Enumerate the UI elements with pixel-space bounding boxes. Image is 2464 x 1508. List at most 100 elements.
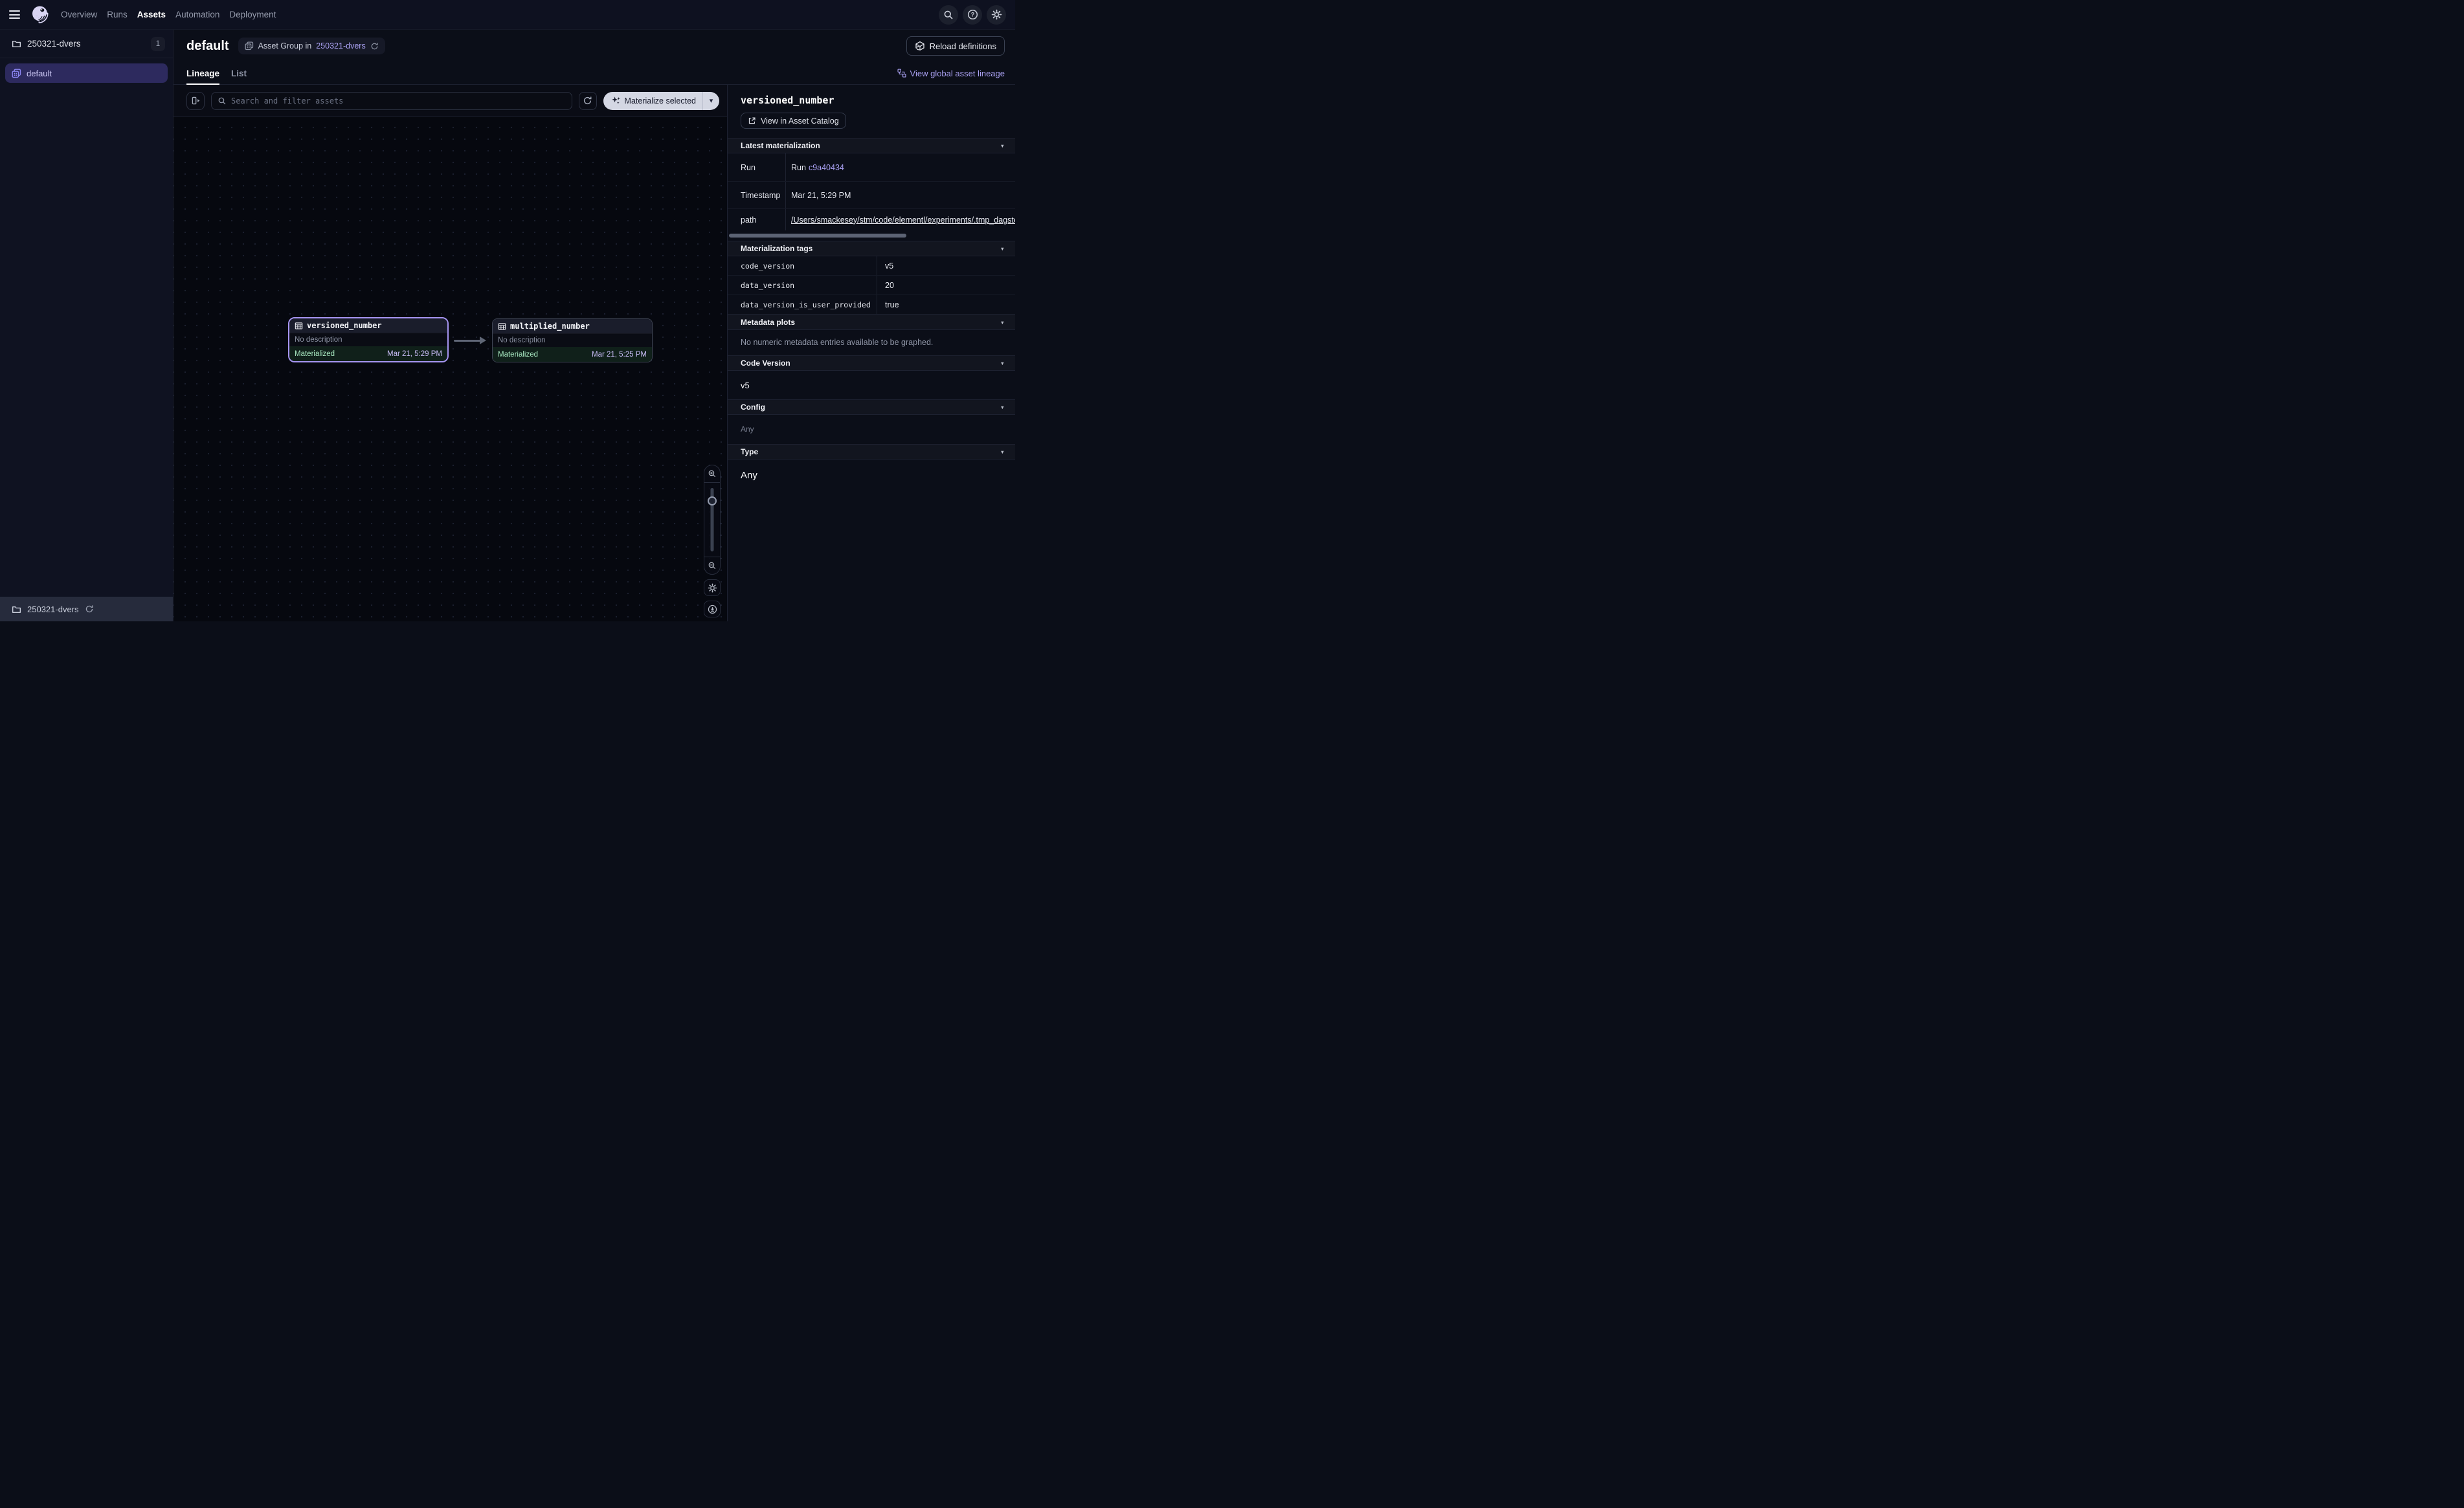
tag-row-data-version-is-user-provided: data_version_is_user_provided true bbox=[728, 295, 1015, 315]
badge-group-link[interactable]: 250321-dvers bbox=[316, 41, 365, 50]
chevron-down-icon: ▼ bbox=[1000, 360, 1005, 366]
sidebar-item-label: default bbox=[27, 69, 52, 78]
nav-runs[interactable]: Runs bbox=[107, 10, 128, 19]
refresh-graph-button[interactable] bbox=[579, 92, 597, 110]
expand-sidebar-panel-button[interactable] bbox=[186, 92, 205, 110]
asset-node-multiplied-number[interactable]: multiplied_number No description Materia… bbox=[492, 318, 653, 362]
row-timestamp: Timestamp Mar 21, 5:29 PM bbox=[728, 182, 1015, 209]
sidebar-item-default[interactable]: default bbox=[5, 63, 168, 83]
tag-key: code_version bbox=[728, 256, 877, 275]
section-config[interactable]: Config ▼ bbox=[728, 399, 1015, 415]
tab-list[interactable]: List bbox=[231, 62, 247, 84]
search-button[interactable] bbox=[939, 5, 958, 25]
chevron-down-icon: ▼ bbox=[1000, 405, 1005, 410]
dagster-logo[interactable] bbox=[30, 5, 50, 25]
zoom-out-button[interactable] bbox=[704, 557, 720, 574]
chevron-down-icon: ▼ bbox=[1000, 320, 1005, 326]
hamburger-menu-icon[interactable] bbox=[9, 8, 22, 21]
section-materialization-tags[interactable]: Materialization tags ▼ bbox=[728, 241, 1015, 256]
lineage-graph-canvas[interactable]: versioned_number No description Material… bbox=[174, 117, 727, 621]
search-input[interactable] bbox=[231, 96, 566, 105]
asset-node-name: multiplied_number bbox=[510, 322, 590, 331]
lineage-edge bbox=[454, 340, 481, 342]
asset-node-name: versioned_number bbox=[307, 321, 382, 330]
asset-node-versioned-number[interactable]: versioned_number No description Material… bbox=[288, 317, 449, 362]
sync-icon bbox=[583, 96, 592, 105]
reload-definitions-label: Reload definitions bbox=[930, 41, 996, 51]
view-global-asset-lineage-link[interactable]: View global asset lineage bbox=[897, 62, 1005, 84]
code-version-value: v5 bbox=[728, 371, 1015, 399]
primary-nav: Overview Runs Assets Automation Deployme… bbox=[61, 10, 276, 19]
tag-key: data_version_is_user_provided bbox=[728, 295, 877, 314]
row-timestamp-label: Timestamp bbox=[728, 182, 786, 208]
section-metadata-plots[interactable]: Metadata plots ▼ bbox=[728, 315, 1015, 330]
asset-group-icon bbox=[245, 41, 254, 50]
gear-icon bbox=[991, 9, 1002, 20]
nav-overview[interactable]: Overview bbox=[61, 10, 97, 19]
external-link-icon bbox=[748, 116, 756, 125]
zoom-in-icon bbox=[708, 469, 717, 478]
lineage-graph-icon bbox=[897, 69, 906, 78]
asset-node-status: Materialized bbox=[295, 350, 335, 358]
tag-value: 20 bbox=[877, 276, 1015, 294]
search-icon bbox=[943, 10, 954, 20]
nav-assets[interactable]: Assets bbox=[137, 10, 166, 19]
run-id-link[interactable]: c9a40434 bbox=[809, 163, 844, 172]
zoom-out-icon bbox=[708, 561, 717, 570]
chevron-down-icon: ▼ bbox=[1000, 143, 1005, 149]
chevron-down-icon: ▼ bbox=[1000, 449, 1005, 455]
badge-prefix: Asset Group in bbox=[258, 41, 312, 50]
asset-node-status: Materialized bbox=[498, 351, 538, 359]
asset-details-panel: versioned_number View in Asset Catalog L… bbox=[727, 85, 1015, 621]
lineage-toolbar: Materialize selected ▾ bbox=[174, 85, 727, 117]
sidebar-group-row[interactable]: 250321-dvers 1 bbox=[0, 30, 173, 58]
zoom-slider[interactable] bbox=[704, 482, 720, 557]
tag-row-code-version: code_version v5 bbox=[728, 256, 1015, 276]
sidebar-footer-label: 250321-dvers bbox=[27, 604, 79, 614]
settings-button[interactable] bbox=[987, 5, 1006, 25]
section-code-version[interactable]: Code Version ▼ bbox=[728, 355, 1015, 371]
tag-key: data_version bbox=[728, 276, 877, 294]
zoom-in-button[interactable] bbox=[704, 465, 720, 482]
section-latest-materialization[interactable]: Latest materialization ▼ bbox=[728, 138, 1015, 153]
materialize-selected-label: Materialize selected bbox=[625, 96, 696, 105]
materialize-dropdown-caret[interactable]: ▾ bbox=[702, 92, 719, 110]
sync-icon[interactable] bbox=[85, 604, 94, 614]
zoom-slider-thumb[interactable] bbox=[708, 496, 717, 505]
sidebar-group-label: 250321-dvers bbox=[27, 39, 81, 49]
nav-automation[interactable]: Automation bbox=[175, 10, 219, 19]
section-type[interactable]: Type ▼ bbox=[728, 444, 1015, 460]
tab-lineage[interactable]: Lineage bbox=[186, 62, 219, 84]
horizontal-scrollbar[interactable] bbox=[729, 234, 906, 238]
sidebar-group-count-badge: 1 bbox=[151, 37, 165, 51]
path-link[interactable]: /Users/smackesey/stm/code/elementl/exper… bbox=[791, 216, 1015, 225]
sidebar-footer[interactable]: 250321-dvers bbox=[0, 597, 173, 621]
materialize-selected-button[interactable]: Materialize selected ▾ bbox=[603, 92, 719, 110]
asset-node-description: No description bbox=[289, 333, 447, 346]
graph-settings-button[interactable] bbox=[704, 579, 721, 596]
svg-text:?: ? bbox=[970, 12, 974, 18]
row-run: Run Run c9a40434 bbox=[728, 153, 1015, 182]
reload-definitions-button[interactable]: Reload definitions bbox=[906, 36, 1005, 56]
metadata-plots-empty-message: No numeric metadata entries available to… bbox=[728, 330, 1015, 355]
panel-toggle-icon bbox=[191, 96, 201, 105]
nav-deployment[interactable]: Deployment bbox=[229, 10, 276, 19]
row-run-label: Run bbox=[728, 153, 786, 181]
panel-asset-title: versioned_number bbox=[741, 94, 1002, 106]
tag-value: true bbox=[877, 295, 1015, 314]
tag-value: v5 bbox=[877, 256, 1015, 275]
lineage-edge-arrowhead bbox=[480, 337, 486, 344]
download-graph-button[interactable] bbox=[704, 601, 721, 617]
help-icon: ? bbox=[967, 9, 978, 20]
tabs-row: Lineage List View global asset lineage bbox=[174, 62, 1015, 85]
row-path: path /Users/smackesey/stm/code/elementl/… bbox=[728, 209, 1015, 230]
reload-cube-icon bbox=[915, 41, 925, 51]
view-in-asset-catalog-button[interactable]: View in Asset Catalog bbox=[741, 113, 846, 129]
config-value: Any bbox=[728, 415, 1015, 444]
folder-icon bbox=[12, 39, 21, 49]
help-button[interactable]: ? bbox=[963, 5, 982, 25]
folder-icon bbox=[12, 604, 21, 614]
run-value-prefix: Run bbox=[791, 163, 806, 172]
sync-icon[interactable] bbox=[370, 42, 379, 50]
sparkle-icon bbox=[611, 96, 621, 105]
